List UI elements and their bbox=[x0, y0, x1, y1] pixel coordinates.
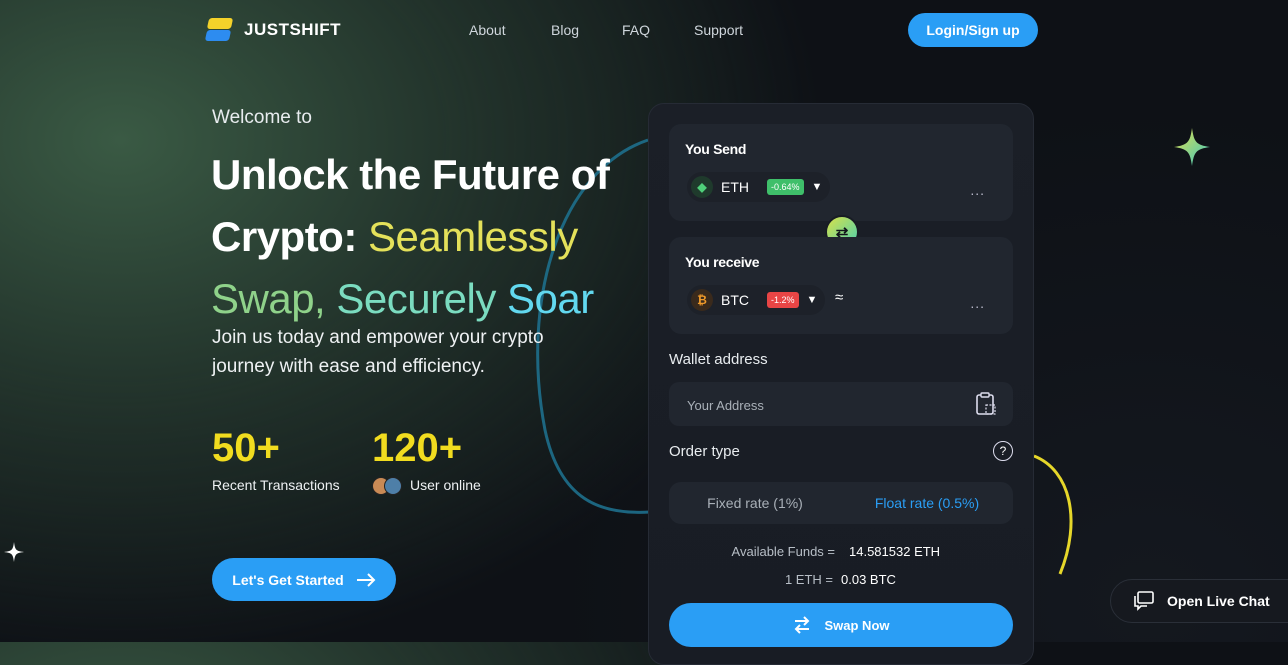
sparkle-small-icon bbox=[4, 542, 24, 562]
receive-coin-select[interactable]: ₿ BTC -1.2% ▼ bbox=[687, 285, 826, 315]
sparkle-icon bbox=[1174, 128, 1210, 166]
arrow-right-icon bbox=[356, 572, 376, 587]
receive-amount: ... bbox=[970, 295, 985, 311]
get-started-label: Let's Get Started bbox=[232, 571, 344, 588]
exchange-rate-value: 0.03 BTC bbox=[841, 572, 896, 587]
swap-arrows-icon bbox=[795, 616, 810, 634]
decorative-curve bbox=[536, 138, 1073, 575]
login-signup-button[interactable]: Login/Sign up bbox=[908, 13, 1038, 47]
headline-securely: Securely bbox=[336, 275, 496, 322]
brand-name: JUSTSHIFT bbox=[244, 20, 342, 39]
exchange-rate-label: 1 ETH = bbox=[784, 572, 833, 587]
open-live-chat-button[interactable]: Open Live Chat bbox=[1110, 579, 1288, 623]
chevron-down-icon: ▼ bbox=[806, 294, 818, 306]
ethereum-icon: ◆ bbox=[691, 176, 713, 198]
avatar bbox=[384, 477, 402, 496]
paste-clipboard-icon[interactable] bbox=[975, 392, 997, 416]
float-rate-option[interactable]: Float rate (0.5%) bbox=[841, 482, 1013, 524]
nav-blog[interactable]: Blog bbox=[551, 22, 579, 38]
stat-value: 120+ bbox=[372, 426, 463, 470]
stat-users-online: 120+ User online bbox=[372, 426, 481, 496]
swap-now-label: Swap Now bbox=[824, 617, 890, 633]
nav-support[interactable]: Support bbox=[694, 22, 743, 38]
order-type-label: Order type bbox=[669, 443, 740, 460]
chat-icon bbox=[1134, 591, 1154, 611]
hero-headline: Unlock the Future of Crypto: Seamlessly … bbox=[211, 144, 631, 330]
rate-toggle: Fixed rate (1%) Float rate (0.5%) bbox=[669, 482, 1013, 524]
avatar-group bbox=[372, 477, 402, 496]
logo-icon bbox=[204, 18, 236, 42]
send-amount[interactable]: ... bbox=[970, 182, 985, 198]
swap-now-button[interactable]: Swap Now bbox=[669, 603, 1013, 647]
fixed-rate-option[interactable]: Fixed rate (1%) bbox=[669, 482, 841, 524]
headline-seamlessly: Seamlessly bbox=[368, 213, 578, 260]
get-started-button[interactable]: Let's Get Started bbox=[212, 558, 396, 601]
receive-title: You receive bbox=[685, 254, 760, 270]
receive-coin-name: BTC bbox=[721, 292, 749, 308]
hero-subtext: Join us today and empower your crypto jo… bbox=[212, 327, 544, 377]
swap-card: You Send ◆ ETH -0.64% ▼ ... ⇄ You receiv… bbox=[648, 103, 1034, 665]
send-change-badge: -0.64% bbox=[767, 179, 804, 195]
chevron-down-icon: ▼ bbox=[811, 181, 823, 193]
receive-box: You receive ₿ BTC -1.2% ▼ ≈ ... bbox=[669, 237, 1013, 334]
receive-change-badge: -1.2% bbox=[767, 292, 799, 308]
live-chat-label: Open Live Chat bbox=[1167, 593, 1270, 609]
stat-label: Recent Transactions bbox=[212, 477, 340, 493]
send-title: You Send bbox=[685, 141, 747, 157]
stat-transactions: 50+ Recent Transactions bbox=[212, 426, 340, 493]
bitcoin-icon: ₿ bbox=[691, 289, 713, 311]
send-coin-name: ETH bbox=[721, 179, 749, 195]
stat-label-row: User online bbox=[372, 477, 481, 496]
send-coin-select[interactable]: ◆ ETH -0.64% ▼ bbox=[687, 172, 831, 202]
wallet-address-field bbox=[669, 382, 1013, 428]
headline-soar: Soar bbox=[506, 275, 594, 322]
headline-swap: Swap, bbox=[211, 275, 326, 322]
send-box: You Send ◆ ETH -0.64% ▼ ... bbox=[669, 124, 1013, 221]
available-funds-value: 14.581532 ETH bbox=[849, 544, 941, 559]
nav-faq[interactable]: FAQ bbox=[622, 22, 650, 38]
stat-value: 50+ bbox=[212, 426, 280, 470]
available-funds-label: Available Funds = bbox=[731, 544, 835, 559]
brand-logo[interactable]: JUSTSHIFT bbox=[204, 18, 342, 42]
wallet-address-input[interactable] bbox=[685, 382, 959, 428]
welcome-text: Welcome to bbox=[212, 107, 312, 128]
nav-about[interactable]: About bbox=[469, 22, 506, 38]
help-icon[interactable]: ? bbox=[993, 441, 1013, 461]
wallet-address-label: Wallet address bbox=[669, 351, 768, 368]
stat-label: User online bbox=[410, 477, 481, 493]
approx-symbol: ≈ bbox=[835, 289, 844, 306]
